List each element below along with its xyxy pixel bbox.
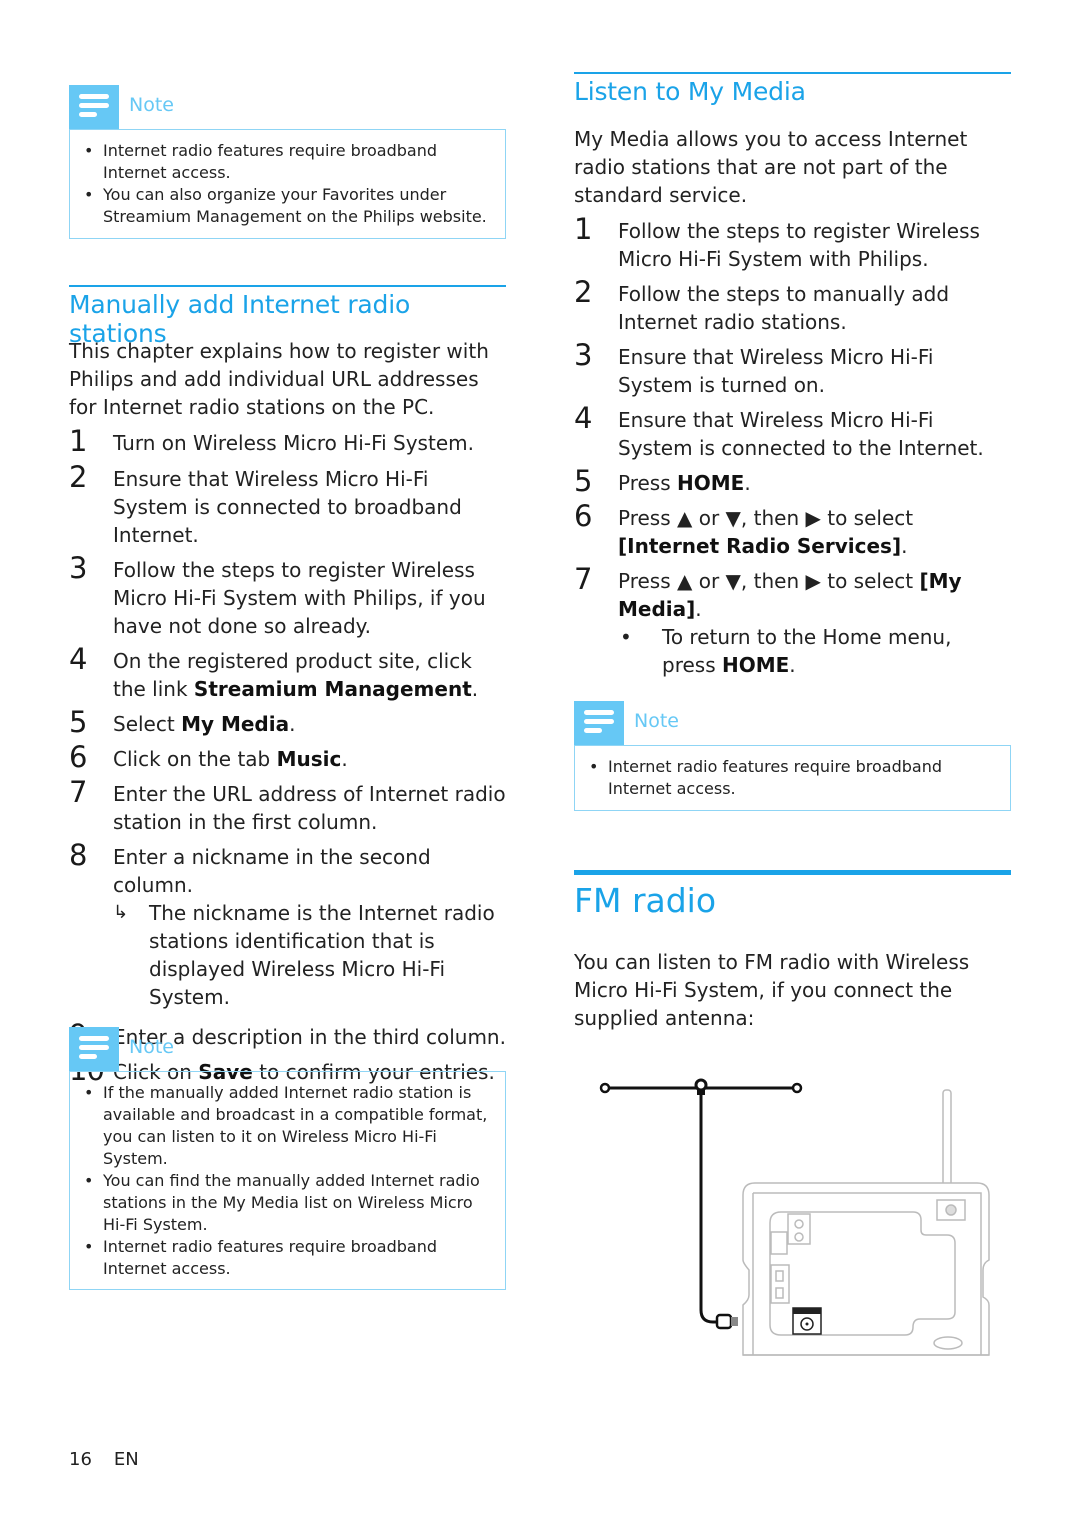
step-number: 6 [69, 740, 88, 774]
page-footer: 16 EN [69, 1449, 161, 1470]
note-box: Note Internet radio features require bro… [574, 701, 1011, 811]
step-item: 8 Enter a nickname in the second column. … [69, 839, 506, 1011]
step-item: 2 Ensure that Wireless Micro Hi-Fi System… [69, 461, 506, 549]
chapter-heading: FM radio [574, 870, 1011, 920]
language-code: EN [113, 1449, 139, 1470]
result-arrow-icon: ↳ [113, 902, 129, 923]
section-heading: Listen to My Media [574, 72, 1011, 106]
ui-term: Music [276, 747, 342, 771]
page-number: 16 [69, 1449, 92, 1470]
antenna-diagram [599, 1078, 990, 1356]
note-icon [69, 1027, 119, 1071]
note-item: You can also organize your Favorites und… [82, 184, 497, 228]
fm-intro: You can listen to FM radio with Wireless… [574, 950, 970, 1030]
step-item: 6 Click on the tab Music. [69, 741, 506, 773]
step-item: 7 Press ▲ or ▼, then ▶ to select [My Medi… [574, 563, 1011, 679]
note-body: If the manually added Internet radio sta… [69, 1071, 506, 1290]
note-icon [69, 85, 119, 129]
substep-text: To return to the Home menu, press [662, 625, 952, 677]
section-intro: This chapter explains how to register wi… [69, 339, 489, 419]
note-box: Note Internet radio features require bro… [69, 85, 506, 239]
note-header: Note [69, 1027, 506, 1071]
ui-term: Streamium Management [193, 677, 472, 701]
step-text-end: . [341, 747, 348, 771]
section-intro: My Media allows you to access Internet r… [574, 127, 968, 207]
note-label: Note [634, 710, 679, 732]
step-text: Ensure that Wireless Micro Hi-Fi System … [618, 345, 934, 397]
note-label: Note [129, 94, 174, 116]
fm-antenna-port [792, 1307, 822, 1335]
ui-term: My Media [181, 712, 290, 736]
step-number: 5 [69, 705, 88, 739]
note-item: Internet radio features require broadban… [82, 1236, 497, 1280]
step-text: Enter a nickname in the second column. [113, 845, 431, 897]
note-icon [574, 701, 624, 745]
step-number: 7 [574, 562, 593, 596]
note-item: Internet radio features require broadban… [587, 756, 1002, 800]
result-text: The nickname is the Internet radio stati… [149, 901, 495, 1009]
step-item: 4 Ensure that Wireless Micro Hi-Fi System… [574, 402, 1011, 462]
step-number: 4 [574, 401, 593, 435]
menu-term: [Internet Radio Services] [618, 534, 902, 558]
note-body: Internet radio features require broadban… [574, 745, 1011, 811]
substep-text-end: . [789, 653, 796, 677]
button-term: HOME [721, 653, 790, 677]
note-header: Note [574, 701, 1011, 745]
step-item: 3 Ensure that Wireless Micro Hi-Fi System… [574, 339, 1011, 399]
step-item: 7 Enter the URL address of Internet radio… [69, 776, 506, 836]
steps-list: 1 Turn on Wireless Micro Hi-Fi System. 2E… [69, 425, 506, 1093]
step-text-end: . [289, 712, 296, 736]
step-item: 6 Press ▲ or ▼, then ▶ to select [Interne… [574, 500, 1011, 560]
note-header: Note [69, 85, 506, 129]
step-text: Press [618, 471, 677, 495]
step-number: 5 [574, 464, 593, 498]
step-text-end: . [471, 677, 479, 701]
note-box: Note If the manually added Internet radi… [69, 1027, 506, 1290]
step-text: Ensure that Wireless Micro Hi-Fi System … [618, 408, 984, 460]
step-number: 1 [574, 212, 593, 246]
bullet-icon: • [620, 625, 632, 649]
step-item: 5 Press HOME. [574, 465, 1011, 497]
note-body: Internet radio features require broadban… [69, 129, 506, 239]
step-number: 2 [574, 275, 593, 309]
step-text: Follow the steps to register Wireless Mi… [113, 558, 486, 638]
button-term: HOME [677, 471, 745, 495]
step-item: 3 Follow the steps to register Wireless M… [69, 552, 506, 640]
step-text: Select [113, 712, 182, 736]
step-item: 2 Follow the steps to manually add Intern… [574, 276, 1011, 336]
step-number: 3 [574, 338, 593, 372]
step-text: Follow the steps to register Wireless Mi… [618, 219, 980, 271]
step-text: Press ▲ or ▼, then ▶ to select [618, 569, 920, 593]
note-label: Note [129, 1036, 174, 1058]
fm-antenna-illustration [585, 1065, 1005, 1375]
step-text-end: . [744, 471, 751, 495]
step-number: 3 [69, 551, 88, 585]
step-substep: • To return to the Home menu, press HOME. [618, 623, 1011, 679]
step-item: 5 Select My Media. [69, 706, 506, 738]
step-result: ↳ The nickname is the Internet radio stat… [113, 899, 506, 1011]
step-item: 1 Follow the steps to register Wireless M… [574, 213, 1011, 273]
step-number: 1 [69, 424, 88, 458]
step-number: 7 [69, 775, 88, 809]
step-text: Turn on Wireless Micro Hi-Fi System. [113, 431, 474, 455]
note-item: If the manually added Internet radio sta… [82, 1082, 497, 1170]
step-number: 4 [69, 642, 88, 676]
step-text-end: . [695, 597, 702, 621]
step-text: Follow the steps to manually add Interne… [618, 282, 950, 334]
step-text: Enter the URL address of Internet radio … [113, 782, 506, 834]
step-number: 8 [69, 838, 88, 872]
step-text: Ensure that Wireless Micro Hi-Fi System … [113, 467, 462, 547]
steps-list: 1 Follow the steps to register Wireless M… [574, 213, 1011, 686]
step-item: 4 On the registered product site, click t… [69, 643, 506, 703]
step-number: 6 [574, 499, 593, 533]
note-item: You can find the manually added Internet… [82, 1170, 497, 1236]
note-item: Internet radio features require broadban… [82, 140, 497, 184]
step-item: 1 Turn on Wireless Micro Hi-Fi System. [69, 425, 506, 457]
step-text-end: . [901, 534, 908, 558]
hifi-device-rear-icon [742, 1089, 990, 1356]
step-text: Click on the tab [113, 747, 277, 771]
step-text: Press ▲ or ▼, then ▶ to select [618, 506, 914, 530]
step-number: 2 [69, 460, 88, 494]
